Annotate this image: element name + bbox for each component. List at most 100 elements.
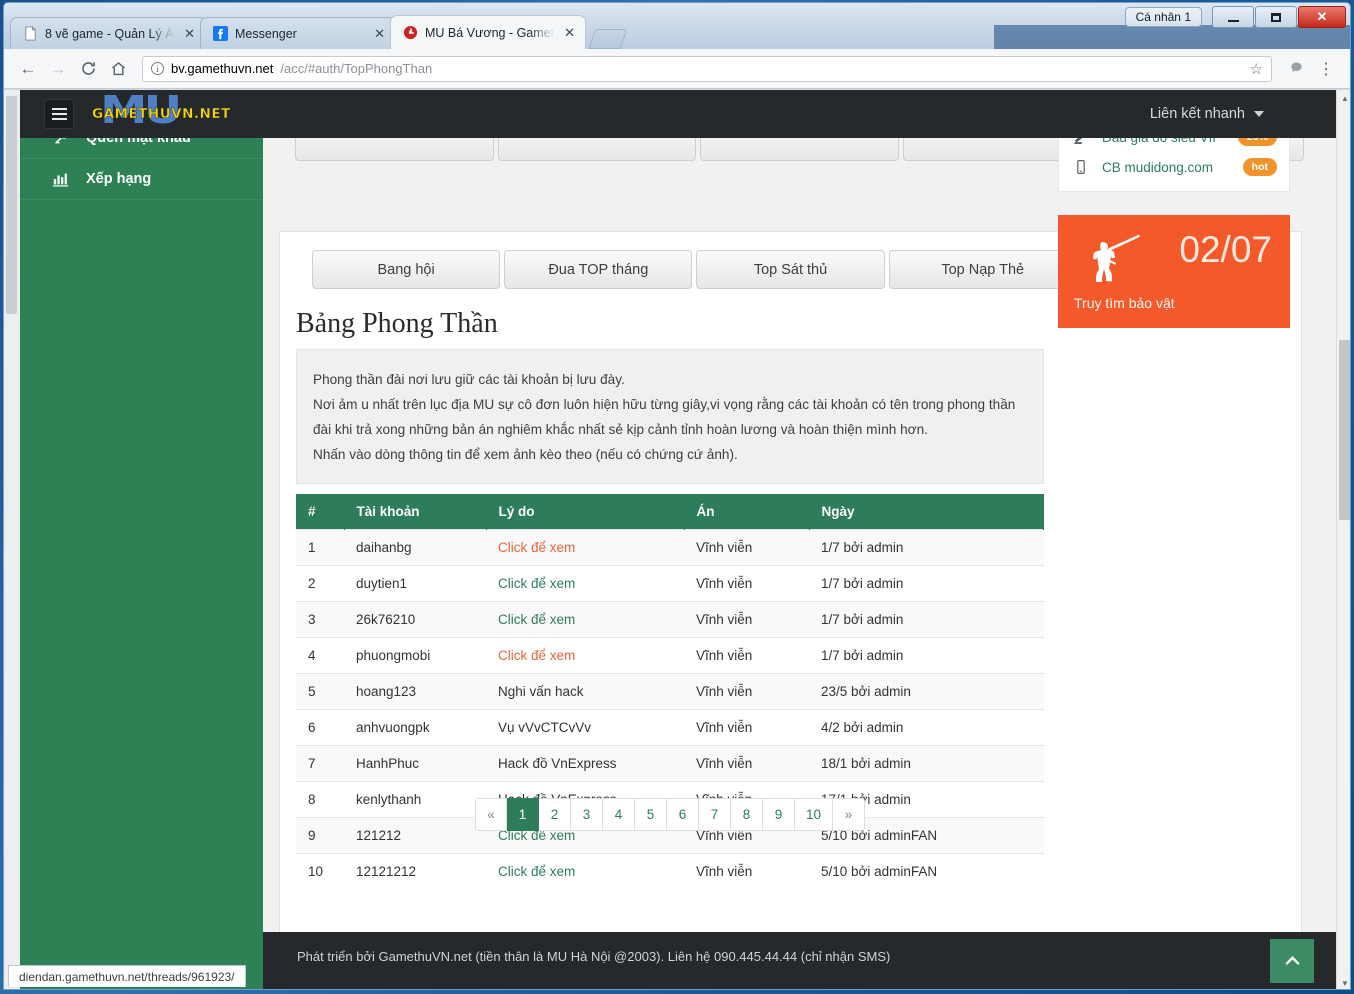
status-bar: diendan.gamethuvn.net/threads/961923/ <box>8 965 246 987</box>
maximize-button[interactable] <box>1255 6 1297 28</box>
browser-tab-3-close-icon[interactable]: ✕ <box>562 25 577 41</box>
browser-tab-1-close-icon[interactable]: ✕ <box>182 26 197 42</box>
back-icon[interactable]: ← <box>14 55 42 83</box>
cell-sentence: Vĩnh viễn <box>684 854 809 890</box>
cell-date: 5/10 bởi adminFAN <box>809 854 1044 890</box>
tab-dua-top-thang[interactable]: Đua TOP tháng <box>504 250 692 289</box>
minimize-icon <box>1228 20 1239 22</box>
table-row[interactable]: 2duytien1Click để xemVĩnh viễn1/7 bởi ad… <box>296 566 1044 602</box>
browser-tab-2[interactable]: Messenger ✕ <box>200 17 396 49</box>
cell-date: 1/7 bởi admin <box>809 530 1044 566</box>
browser-tab-1-title: 8 vẽ game - Quản Lý Ác <box>45 27 175 41</box>
cell-reason: Nghi vấn hack <box>486 674 684 710</box>
scrollbar-up-icon[interactable]: ▲ <box>1337 90 1351 106</box>
bookmark-star-icon[interactable]: ☆ <box>1244 60 1263 78</box>
pagination-page-4[interactable]: 4 <box>603 798 635 831</box>
profile-button[interactable]: Cá nhân 1 <box>1125 7 1202 27</box>
cell-reason-link[interactable]: Click để xem <box>498 648 575 663</box>
scrollbar-down-icon[interactable]: ▼ <box>1337 975 1351 990</box>
pagination-page-6[interactable]: 6 <box>667 798 699 831</box>
quick-link-label: Liên kết nhanh <box>1150 106 1245 122</box>
cell-reason-link[interactable]: Click để xem <box>498 864 575 879</box>
table-row[interactable]: 5hoang123Nghi vấn hackVĩnh viễn23/5 bởi … <box>296 674 1044 710</box>
pagination-page-8[interactable]: 8 <box>731 798 763 831</box>
site-info-icon[interactable]: i <box>151 62 164 75</box>
page-scrollbar[interactable]: ▲ ▼ <box>1336 90 1351 990</box>
tab-bang-hoi[interactable]: Bang hội <box>312 250 500 289</box>
promo-banner[interactable]: 02/07 Truy tìm bảo vật <box>1058 215 1290 328</box>
cell-date: 4/2 bởi admin <box>809 710 1044 746</box>
left-scrollbar-thumb[interactable] <box>6 96 17 314</box>
pagination-page-3[interactable]: 3 <box>571 798 603 831</box>
table-row[interactable]: 6anhvuongpkVụ vVvCTCvVvVĩnh viễn4/2 bởi … <box>296 710 1044 746</box>
cell-reason-link[interactable]: Click để xem <box>498 576 575 591</box>
browser-toolbar: ← → i bv.gamethuvn.net/acc/#auth/TopPhon… <box>4 49 1350 89</box>
pagination-page-5[interactable]: 5 <box>635 798 667 831</box>
pagination-prev[interactable]: « <box>475 798 507 831</box>
table-row[interactable]: 1012121212Click để xemVĩnh viễn5/10 bởi … <box>296 854 1044 890</box>
extension-icon[interactable] <box>1282 55 1310 83</box>
site-header: MU GAMETHUVN.NET Liên kết nhanh <box>20 90 1336 138</box>
home-icon[interactable] <box>104 55 132 83</box>
forward-icon[interactable]: → <box>44 55 72 83</box>
pagination-page-9[interactable]: 9 <box>763 798 795 831</box>
chevron-up-icon <box>1282 951 1303 972</box>
browser-menu-icon[interactable]: ⋮ <box>1312 55 1340 83</box>
chevron-down-icon <box>1254 111 1264 117</box>
browser-tab-3[interactable]: MU Bá Vương - Gamethu ✕ <box>390 15 586 49</box>
table-row[interactable]: 7HanhPhucHack đồ VnExpressVĩnh viễn18/1 … <box>296 746 1044 782</box>
address-bar[interactable]: i bv.gamethuvn.net/acc/#auth/TopPhongTha… <box>142 56 1272 82</box>
table-row[interactable]: 326k76210Click để xemVĩnh viễn1/7 bởi ad… <box>296 602 1044 638</box>
logo-site-text: GAMETHUVN.NET <box>92 106 231 122</box>
browser-tab-1[interactable]: 8 vẽ game - Quản Lý Ác ✕ <box>10 17 206 49</box>
cell-reason-link[interactable]: Click để xem <box>498 612 575 627</box>
cell-sentence: Vĩnh viễn <box>684 746 809 782</box>
table-header-row: # Tài khoản Lý do Án Ngày <box>296 494 1044 530</box>
rail-link-mudidong[interactable]: CB mudidong.com hot <box>1071 152 1277 182</box>
cell-account: duytien1 <box>344 566 486 602</box>
pagination-next[interactable]: » <box>833 798 865 831</box>
pagination-page-10[interactable]: 10 <box>795 798 833 831</box>
table-row[interactable]: 1daihanbgClick để xemVĩnh viễn1/7 bởi ad… <box>296 530 1044 566</box>
promo-date: 02/07 <box>1179 229 1272 271</box>
site-footer: Phát triển bởi GamethuVN.net (tiền thân … <box>263 932 1351 990</box>
sidebar-item-ranking-label: Xếp hạng <box>86 171 151 187</box>
cell-reason: Vụ vVvCTCvVv <box>486 710 684 746</box>
cell-reason: Click để xem <box>486 638 684 674</box>
pagination-page-2[interactable]: 2 <box>539 798 571 831</box>
cell-account: daihanbg <box>344 530 486 566</box>
content-area: Bang hội Đua TOP tháng Top Sát thủ Top N… <box>263 90 1336 990</box>
tab-top-sat-thu[interactable]: Top Sát thủ <box>696 250 884 289</box>
hamburger-menu-icon[interactable] <box>44 99 74 129</box>
cell-sentence: Vĩnh viễn <box>684 602 809 638</box>
new-tab-button[interactable] <box>589 29 627 49</box>
table-row[interactable]: 4phuongmobiClick để xemVĩnh viễn1/7 bởi … <box>296 638 1044 674</box>
cell-no: 4 <box>296 638 344 674</box>
page-scrollbar-thumb[interactable] <box>1339 340 1351 520</box>
browser-tab-2-close-icon[interactable]: ✕ <box>372 26 387 42</box>
cell-account: 26k76210 <box>344 602 486 638</box>
pagination-page-7[interactable]: 7 <box>699 798 731 831</box>
mobile-icon <box>1071 159 1091 175</box>
scroll-to-top-button[interactable] <box>1270 939 1314 983</box>
minimize-button[interactable] <box>1212 6 1254 28</box>
tab-top-nap-the[interactable]: Top Nạp Thẻ <box>889 250 1077 289</box>
reload-icon[interactable] <box>74 55 102 83</box>
cell-no: 10 <box>296 854 344 890</box>
close-button[interactable]: ✕ <box>1298 6 1346 28</box>
cell-reason: Click để xem <box>486 854 684 890</box>
browser-tab-strip: 8 vẽ game - Quản Lý Ác ✕ Messenger ✕ MU … <box>10 13 624 49</box>
browser-title-bar: 8 vẽ game - Quản Lý Ác ✕ Messenger ✕ MU … <box>4 3 1350 49</box>
notice-line-1: Phong thần đài nơi lưu giữ các tài khoản… <box>313 367 1027 392</box>
left-scrollbar[interactable] <box>4 90 20 990</box>
sidebar-item-ranking[interactable]: Xếp hạng <box>20 159 263 200</box>
browser-tab-2-title: Messenger <box>235 27 365 41</box>
cell-reason-link[interactable]: Click để xem <box>498 540 575 555</box>
col-header-reason: Lý do <box>486 494 684 530</box>
quick-link-dropdown[interactable]: Liên kết nhanh <box>1150 106 1264 122</box>
fisherman-icon <box>1082 232 1144 295</box>
cell-sentence: Vĩnh viễn <box>684 566 809 602</box>
site-logo[interactable]: MU GAMETHUVN.NET <box>90 93 240 135</box>
document-icon <box>23 26 38 41</box>
pagination-page-1[interactable]: 1 <box>507 798 539 831</box>
